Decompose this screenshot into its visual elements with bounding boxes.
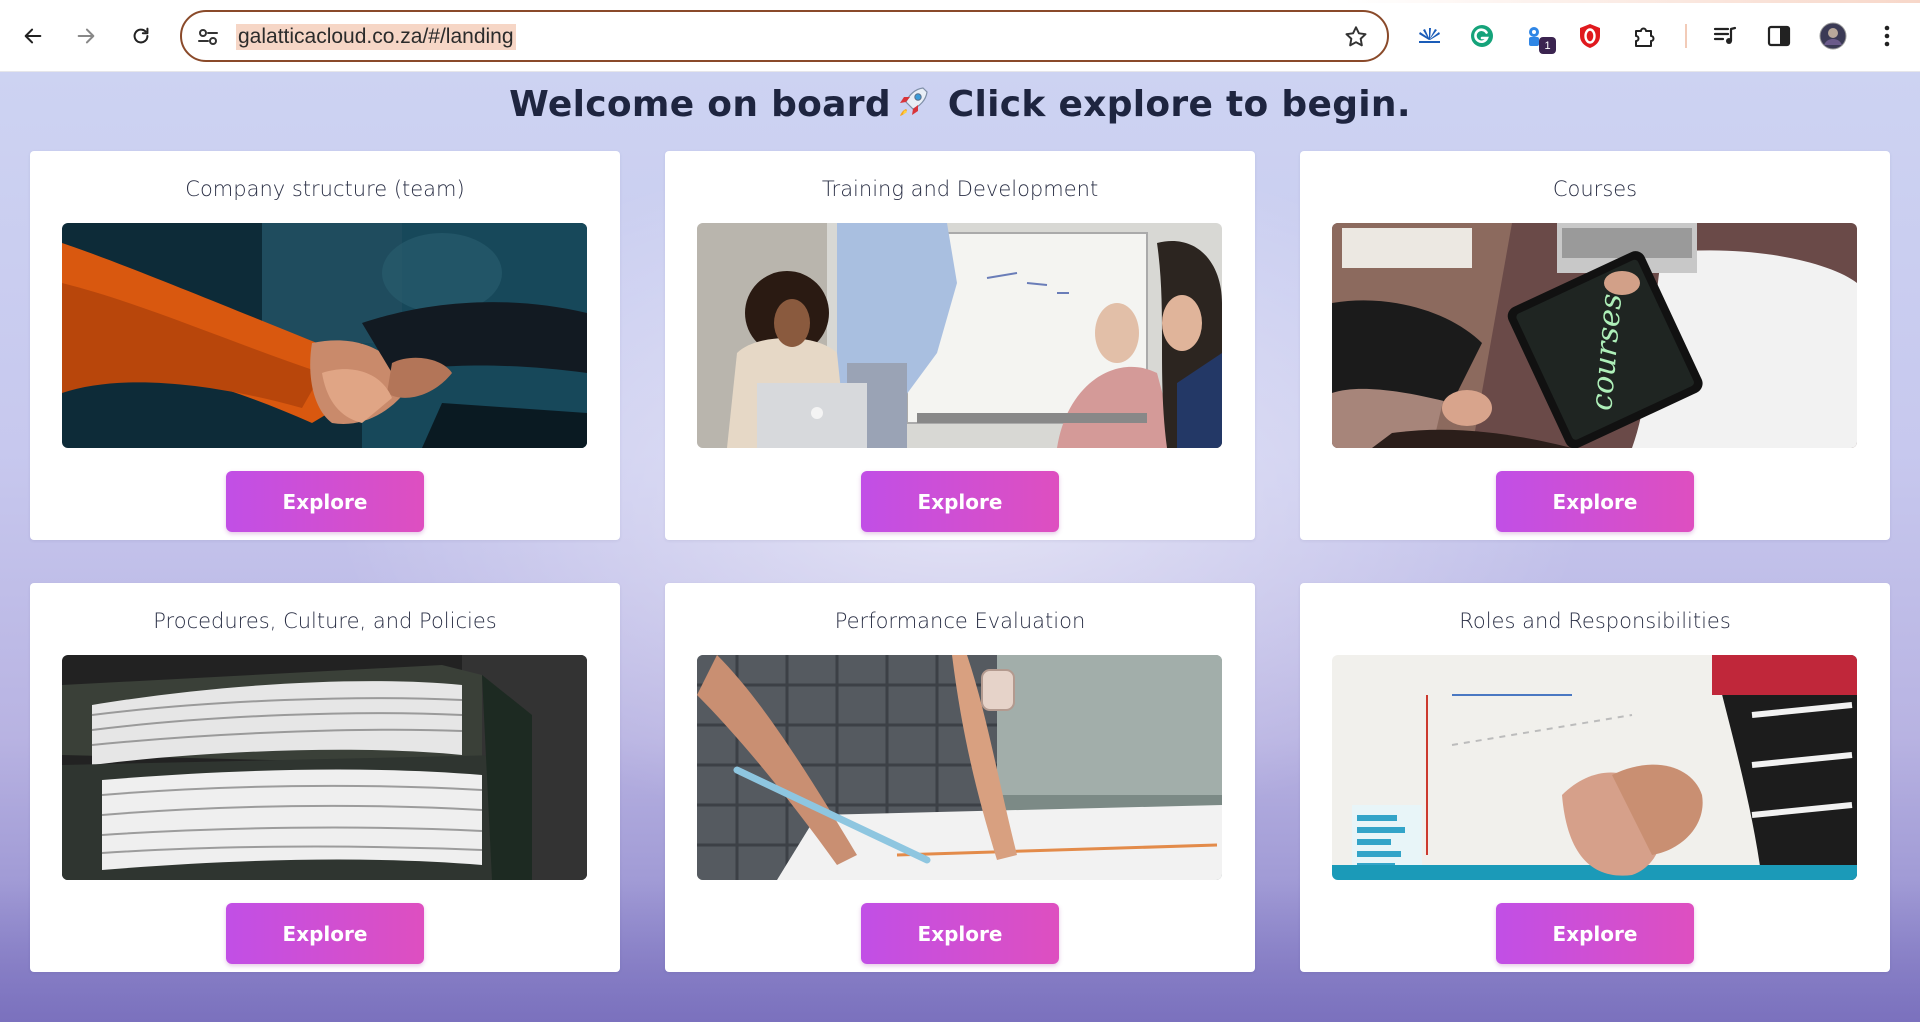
explore-button[interactable]: Explore — [226, 471, 424, 532]
grammarly-icon[interactable] — [1466, 20, 1498, 52]
rocket-icon — [899, 87, 928, 116]
extension-badge-count: 1 — [1539, 37, 1556, 54]
explore-button[interactable]: Explore — [861, 903, 1059, 964]
binders-image — [62, 655, 587, 880]
media-controls-icon[interactable] — [1709, 20, 1741, 52]
browser-toolbar: galatticacloud.co.za/#/landing 1 — [0, 0, 1920, 72]
performance-pointing-image — [697, 655, 1222, 880]
card-title: Company structure (team) — [185, 177, 465, 201]
profile-avatar[interactable] — [1817, 20, 1849, 52]
kebab-menu-icon[interactable] — [1871, 20, 1903, 52]
address-bar[interactable]: galatticacloud.co.za/#/landing — [180, 10, 1389, 62]
card-title: Training and Development — [821, 177, 1099, 201]
card-title: Roles and Responsibilities — [1459, 609, 1731, 633]
extension-shell-icon[interactable] — [1413, 20, 1445, 52]
toolbar-divider — [1685, 24, 1687, 48]
landing-page: Welcome on board Click explore to begin.… — [0, 72, 1920, 1022]
card-title: Procedures, Culture, and Policies — [153, 609, 497, 633]
page-title: Welcome on board Click explore to begin. — [0, 82, 1920, 125]
star-icon[interactable] — [1343, 24, 1369, 50]
reload-icon — [133, 27, 149, 44]
reload-button[interactable] — [124, 19, 158, 53]
welcome-text-end: Click explore to begin. — [934, 84, 1411, 125]
roles-charts-image — [1332, 655, 1857, 880]
card-title: Courses — [1552, 177, 1638, 201]
extensions-puzzle-icon[interactable] — [1628, 20, 1660, 52]
card-company-structure: Company structure (team) Explore — [30, 151, 620, 540]
tune-icon[interactable] — [196, 25, 220, 49]
explore-button[interactable]: Explore — [1496, 903, 1694, 964]
welcome-text-start: Welcome on board — [509, 84, 891, 125]
back-button[interactable] — [16, 19, 50, 53]
explore-button[interactable]: Explore — [226, 903, 424, 964]
explore-button[interactable]: Explore — [1496, 471, 1694, 532]
url-text[interactable]: galatticacloud.co.za/#/landing — [236, 24, 516, 50]
card-roles-responsibilities: Roles and Responsibilities Explore — [1300, 583, 1890, 972]
team-hands-image — [62, 223, 587, 448]
card-training-development: Training and Development Explore — [665, 151, 1255, 540]
forward-arrow-icon — [77, 28, 95, 44]
forward-button[interactable] — [69, 19, 103, 53]
card-courses: Courses courses Explore — [1300, 151, 1890, 540]
card-performance-evaluation: Performance Evaluation Explore — [665, 583, 1255, 972]
card-title: Performance Evaluation — [834, 609, 1086, 633]
card-procedures-culture-policies: Procedures, Culture, and Policies Explor… — [30, 583, 620, 972]
side-panel-icon[interactable] — [1763, 20, 1795, 52]
training-meeting-image — [697, 223, 1222, 448]
back-arrow-icon — [24, 28, 42, 44]
extension-badge-icon[interactable]: 1 — [1520, 20, 1556, 54]
opera-addon-icon[interactable] — [1574, 20, 1606, 52]
explore-button[interactable]: Explore — [861, 471, 1059, 532]
courses-tablet-image: courses — [1332, 223, 1857, 448]
